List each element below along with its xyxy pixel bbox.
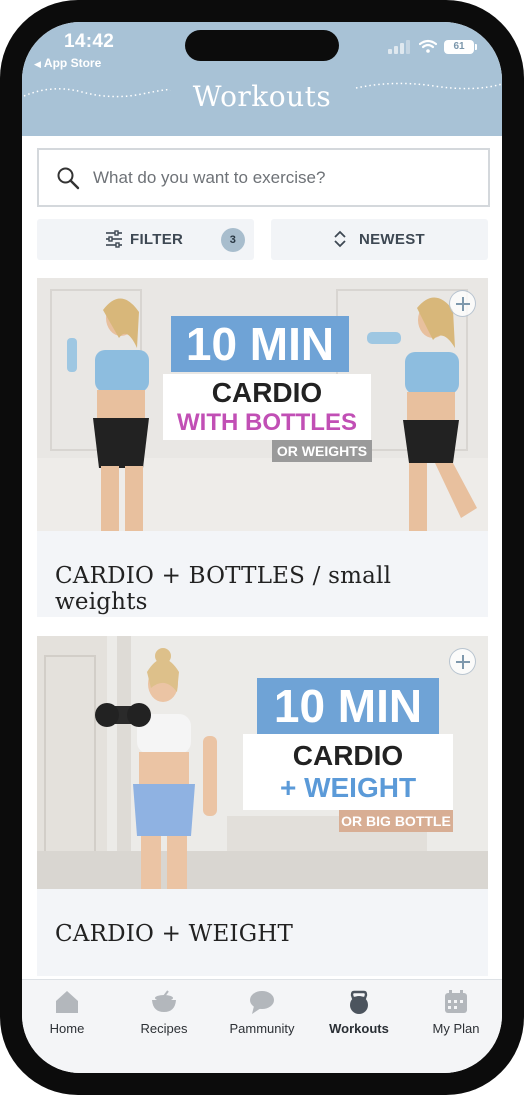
search-icon <box>57 167 80 190</box>
kettlebell-icon <box>350 990 368 1014</box>
back-to-app-store-link[interactable]: ◀ App Store <box>34 56 101 70</box>
banner-duration: 10 MIN <box>257 678 439 734</box>
back-arrow-icon: ◀ <box>34 59 41 69</box>
add-to-plan-plus-icon[interactable] <box>449 648 476 675</box>
tab-workouts[interactable]: Workouts <box>314 988 404 1036</box>
banner-line2: WITH BOTTLES <box>177 409 357 436</box>
header-bar: 14:42 ◀ App Store 61 Workouts <box>22 22 502 136</box>
workout-thumbnail: 10 MIN CARDIO WITH BOTTLES OR WEIGHTS <box>37 278 488 531</box>
banner-line1: CARDIO <box>211 377 323 408</box>
sort-button[interactable]: NEWEST <box>271 219 488 260</box>
tab-pammunity[interactable]: Pammunity <box>217 988 307 1036</box>
tab-recipes[interactable]: Recipes <box>119 988 209 1036</box>
sort-chevrons-icon <box>334 230 346 248</box>
tab-label: Recipes <box>140 1021 188 1036</box>
sliders-icon <box>106 230 122 248</box>
workout-thumbnail: 10 MIN CARDIO + WEIGHT OR BIG BOTTLE <box>37 636 488 889</box>
tab-label: Home <box>49 1021 85 1036</box>
banner-tag: OR BIG BOTTLE <box>339 810 453 832</box>
workout-title: CARDIO + BOTTLES / small weights <box>55 563 392 615</box>
workout-card[interactable]: 10 MIN CARDIO WITH BOTTLES OR WEIGHTS CA… <box>37 278 488 617</box>
bottom-tab-bar: Home Recipes Pammunity Workouts My Plan <box>22 979 502 1073</box>
banner-line2: + WEIGHT <box>279 772 417 803</box>
filter-button[interactable]: FILTER 3 <box>37 219 254 260</box>
calendar-icon <box>445 990 467 1013</box>
tab-label: Pammunity <box>229 1021 295 1036</box>
workout-title: CARDIO + WEIGHT <box>55 921 294 947</box>
status-time: 14:42 <box>64 31 115 52</box>
filter-count-badge: 3 <box>221 228 245 252</box>
tab-label: My Plan <box>432 1021 480 1036</box>
battery-icon: 61 <box>444 40 477 54</box>
banner-subtitle-box: CARDIO + WEIGHT <box>243 734 453 810</box>
add-to-plan-plus-icon[interactable] <box>449 290 476 317</box>
search-bar[interactable] <box>37 148 490 207</box>
signal-icon <box>388 40 410 54</box>
phone-frame: 14:42 ◀ App Store 61 Workouts What do yo… <box>0 0 524 1095</box>
app-screen: 14:42 ◀ App Store 61 Workouts What do yo… <box>22 22 502 1073</box>
workout-card[interactable]: 10 MIN CARDIO + WEIGHT OR BIG BOTTLE CAR… <box>37 636 488 976</box>
back-label: App Store <box>43 56 102 70</box>
wifi-icon <box>419 39 437 53</box>
dynamic-island <box>185 30 339 61</box>
tab-my-plan[interactable]: My Plan <box>411 988 501 1036</box>
banner-duration: 10 MIN <box>171 316 349 372</box>
home-icon <box>56 991 78 1013</box>
bowl-icon <box>152 990 176 1012</box>
tab-home[interactable]: Home <box>22 988 112 1036</box>
chat-bubble-icon <box>250 991 274 1014</box>
tab-label: Workouts <box>329 1021 389 1036</box>
search-input[interactable] <box>93 162 473 194</box>
banner-subtitle-box: CARDIO WITH BOTTLES <box>163 374 371 440</box>
filter-label: FILTER <box>130 231 184 248</box>
banner-line1: CARDIO <box>292 740 404 771</box>
sort-label: NEWEST <box>359 231 425 248</box>
sparkle-decoration-icon <box>355 82 502 90</box>
banner-tag: OR WEIGHTS <box>272 440 372 462</box>
